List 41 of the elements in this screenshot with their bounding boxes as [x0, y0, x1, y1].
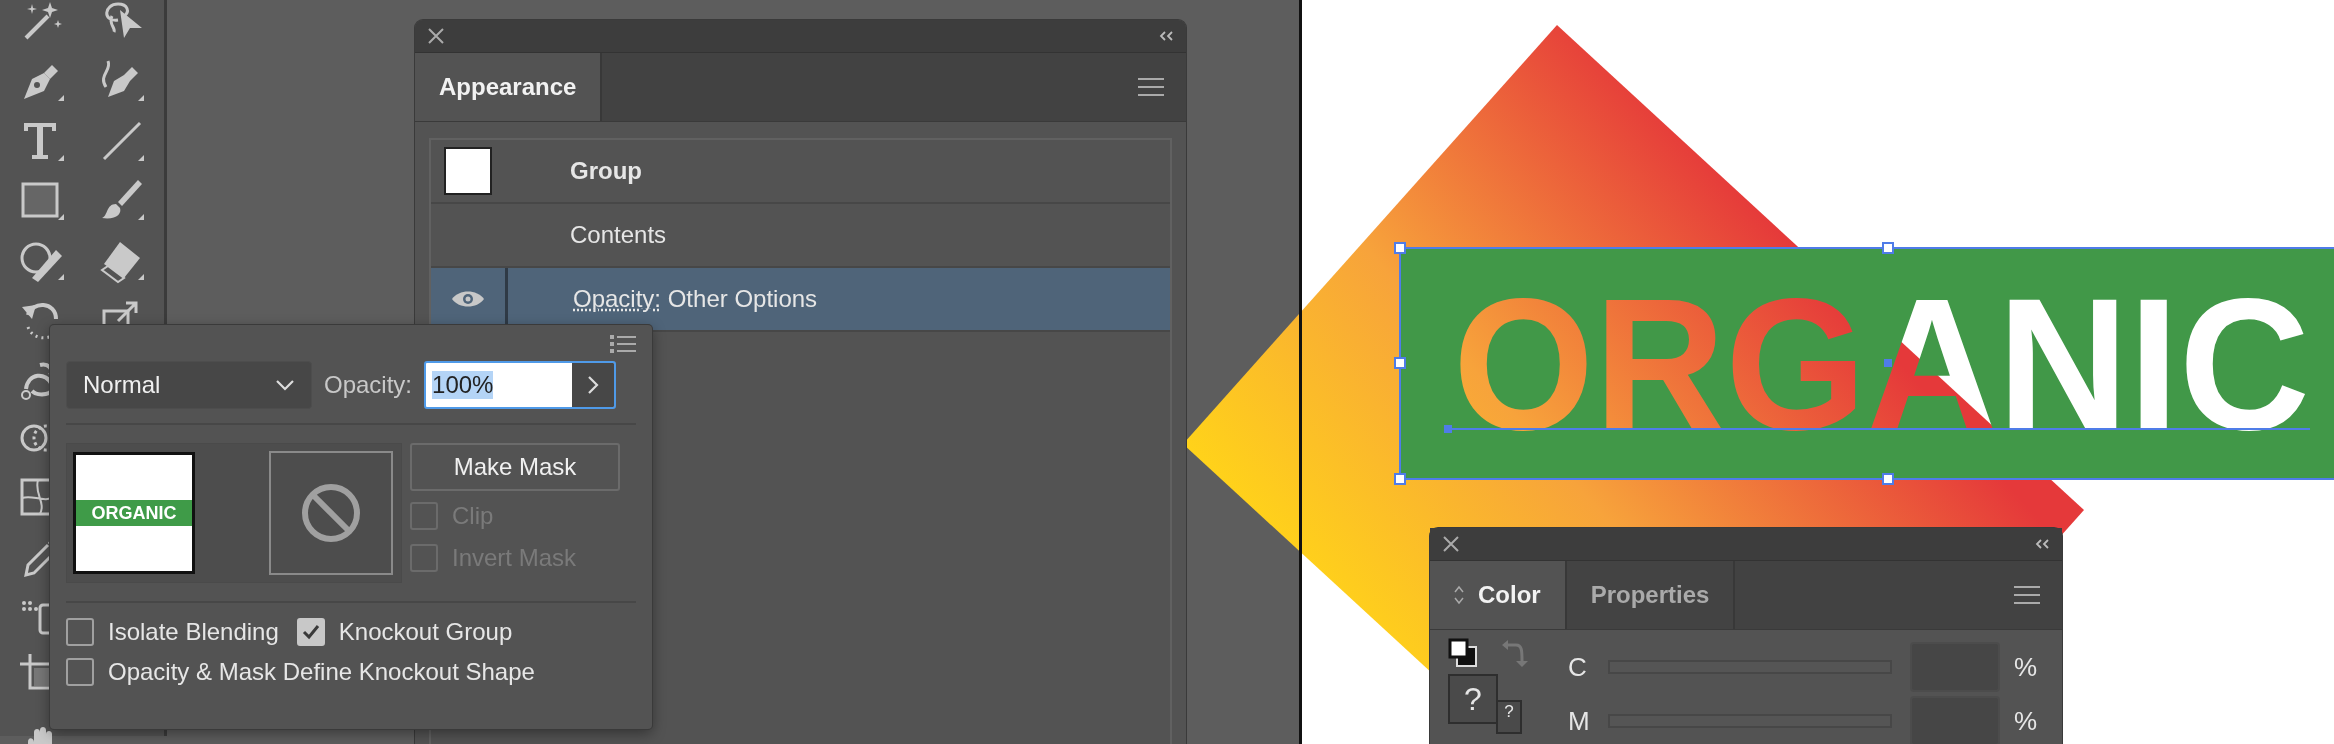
- checkbox-label: Isolate Blending: [108, 618, 279, 646]
- checkbox[interactable]: [66, 658, 94, 686]
- fill-stroke-icon[interactable]: [1448, 638, 1478, 668]
- thumbnail-text: ORGANIC: [76, 500, 192, 526]
- checkbox[interactable]: [66, 618, 94, 646]
- opacity-field[interactable]: 100%: [424, 361, 617, 409]
- collapse-icon[interactable]: [1158, 30, 1174, 42]
- mask-thumbnail[interactable]: [269, 451, 393, 575]
- fill-swatch: [444, 147, 492, 195]
- checkbox-label: Knockout Group: [338, 618, 513, 646]
- panel-tab[interactable]: Color: [1430, 561, 1567, 629]
- stepper-button[interactable]: [572, 363, 615, 407]
- chevron-down-icon: [275, 379, 295, 391]
- opacity-label: Opacity:: [324, 371, 413, 399]
- eye-icon[interactable]: [451, 289, 485, 309]
- appearance-row[interactable]: Group: [431, 140, 1170, 204]
- stroke-swatch[interactable]: ?: [1496, 700, 1522, 734]
- blend-mode-dropdown[interactable]: Normal: [66, 361, 312, 409]
- close-icon[interactable]: [1442, 535, 1460, 553]
- checkbox[interactable]: [296, 618, 325, 646]
- row-label: Group: [570, 157, 642, 185]
- checkbox-label: Opacity & Mask Define Knockout Shape: [108, 658, 535, 686]
- fill-swatch[interactable]: ?: [1448, 674, 1498, 724]
- menu-icon[interactable]: [1138, 77, 1164, 97]
- menu-icon[interactable]: [610, 335, 636, 353]
- channel-label: C: [1568, 651, 1588, 683]
- panel-tab[interactable]: Appearance: [415, 53, 603, 121]
- close-icon[interactable]: [427, 27, 445, 45]
- prohibited-icon: [301, 483, 361, 543]
- appearance-row[interactable]: Opacity: Other Options: [431, 268, 1170, 332]
- unit-label: %: [2014, 651, 2038, 683]
- collapse-icon[interactable]: [2034, 538, 2050, 550]
- artwork-thumbnail[interactable]: ORGANIC: [73, 452, 195, 574]
- make-mask-button[interactable]: Make Mask: [410, 443, 620, 491]
- attribute-text: Opacity: Other Options: [573, 285, 818, 313]
- channel-label: M: [1568, 705, 1591, 737]
- row-label: Contents: [570, 221, 667, 249]
- sort-arrows-icon[interactable]: [1454, 584, 1464, 606]
- menu-icon[interactable]: [2014, 585, 2040, 605]
- chevron-right-icon: [587, 375, 600, 395]
- unit-label: %: [2014, 705, 2038, 737]
